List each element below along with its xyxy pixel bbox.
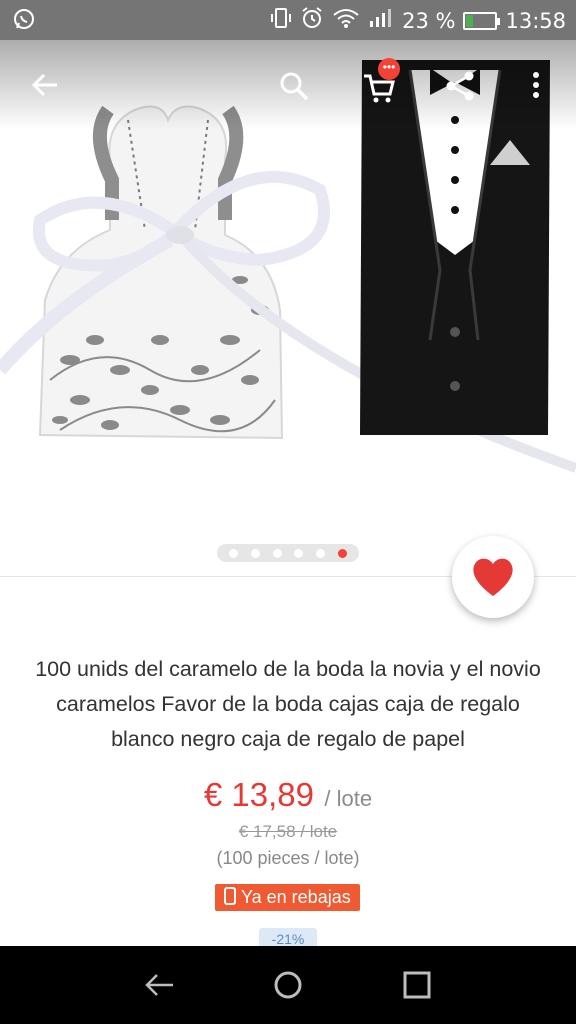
sale-badge-label: Ya en rebajas	[240, 887, 351, 907]
pagination-dot[interactable]	[250, 548, 260, 558]
nav-home-icon[interactable]	[267, 964, 309, 1006]
whatsapp-icon	[12, 7, 36, 36]
signal-icon	[368, 7, 394, 34]
pagination-dot[interactable]	[315, 548, 325, 558]
pagination-dot[interactable]	[337, 548, 347, 558]
vibrate-icon	[270, 6, 292, 35]
price-row: € 13,89 / lote	[0, 776, 576, 814]
status-time: 13:58	[505, 8, 566, 33]
pieces-per-lot: (100 pieces / lote)	[216, 848, 360, 868]
battery-fill	[466, 14, 474, 27]
battery-percent: 23 %	[402, 8, 456, 33]
back-arrow-icon[interactable]	[30, 70, 60, 106]
product-title: 100 unids del caramelo de la boda la nov…	[35, 657, 541, 751]
favorite-button[interactable]	[452, 536, 534, 618]
current-price: € 13,89	[203, 776, 314, 813]
heart-icon	[473, 558, 513, 596]
nav-recents-icon[interactable]	[396, 964, 438, 1006]
search-icon[interactable]	[278, 70, 310, 108]
battery-charging-icon	[463, 11, 501, 30]
share-icon[interactable]	[444, 70, 476, 108]
original-price: € 17,58 / lote	[238, 822, 338, 841]
alarm-icon	[300, 6, 324, 35]
wifi-icon	[332, 7, 360, 34]
cart-badge: •••	[378, 58, 400, 80]
status-bar: 23 % 13:58	[0, 0, 576, 40]
pagination-dot[interactable]	[229, 548, 239, 558]
image-pagination-dots[interactable]	[217, 544, 359, 562]
price-unit: / lote	[324, 786, 373, 811]
nav-back-icon[interactable]	[139, 964, 181, 1006]
sale-badge: Ya en rebajas	[215, 884, 360, 911]
pagination-dot[interactable]	[272, 548, 282, 558]
more-vert-icon[interactable]	[530, 70, 542, 106]
phone-icon	[224, 887, 237, 905]
pagination-dot[interactable]	[294, 548, 304, 558]
navigation-bar	[0, 946, 576, 1024]
product-image-gallery[interactable]: •••	[0, 40, 576, 580]
